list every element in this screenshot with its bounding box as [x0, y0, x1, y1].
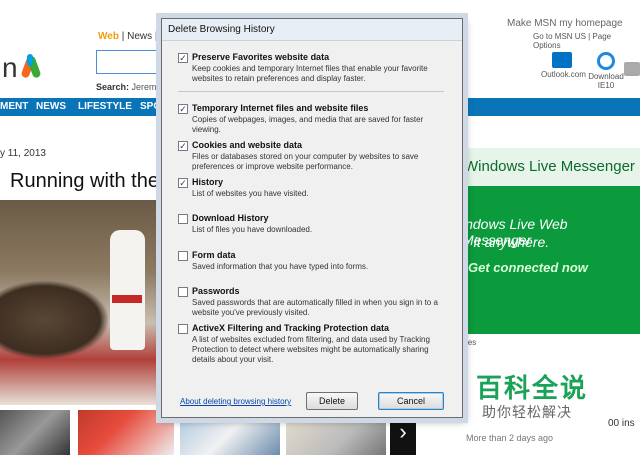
tab-separator: | [154, 31, 158, 42]
dialog-title: Delete Browsing History [168, 24, 275, 35]
article-date: y 11, 2013 [0, 148, 46, 159]
msn-top-links[interactable]: Go to MSN US | Page Options [533, 32, 640, 50]
search-input[interactable] [96, 50, 162, 74]
watermark-title: 百科全说 [476, 373, 589, 403]
checkbox[interactable]: ✓ [178, 53, 188, 63]
nav-item-news[interactable]: NEWS [36, 101, 66, 112]
checkbox[interactable]: ✓ [178, 141, 188, 151]
cancel-button[interactable]: Cancel [378, 392, 444, 410]
tab-news[interactable]: News [127, 31, 152, 42]
photo-sash [112, 295, 142, 303]
delete-browsing-history-dialog: Delete Browsing History ✓ Preserve Favor… [161, 18, 463, 418]
checkbox[interactable] [178, 324, 188, 334]
messenger-ad[interactable]: Windows Live Messenger indows Live Web M… [458, 148, 640, 334]
checkbox[interactable]: ✓ [178, 178, 188, 188]
option-label: Temporary Internet files and website fil… [192, 103, 369, 113]
outlook-tile[interactable]: Outlook.com [541, 52, 586, 79]
option-description: Saved passwords that are automatically f… [192, 298, 438, 317]
ie-label-line2: IE10 [597, 81, 615, 90]
search-prefix: Search: [96, 82, 130, 92]
watermark-subtitle: 助你轻松解决 [482, 404, 572, 420]
download-ie-tile[interactable]: Download IE10 [586, 52, 626, 90]
divider [178, 91, 444, 92]
thumbnail[interactable] [0, 410, 70, 455]
ie-icon [597, 52, 615, 70]
logo-letter: n [2, 52, 18, 83]
option-label: Download History [192, 213, 269, 223]
msn-logo[interactable]: n [0, 50, 42, 84]
watermark: 百科全说 助你轻松解决 [458, 362, 628, 432]
option-description: Files or databases stored on your comput… [192, 152, 419, 171]
option-description: Copies of webpages, images, and media th… [192, 115, 424, 134]
option-label: Passwords [192, 286, 240, 296]
tab-web[interactable]: Web [98, 31, 119, 42]
option-label: ActiveX Filtering and Tracking Protectio… [192, 323, 390, 333]
outlook-icon [552, 52, 572, 68]
option-label: History [192, 177, 224, 187]
article-headline[interactable]: Running with the [10, 170, 159, 193]
about-deleting-history-link[interactable]: About deleting browsing history [180, 397, 291, 406]
option-label: Preserve Favorites website data [192, 52, 330, 62]
checkbox[interactable]: ✓ [178, 104, 188, 114]
option-description: Keep cookies and temporary Internet file… [192, 64, 428, 83]
tab-separator: | [121, 31, 125, 42]
search-suggestion-link[interactable]: Jerem [132, 82, 157, 92]
ad-title: Windows Live Messenger [464, 158, 635, 175]
ad-cta[interactable]: Get connected now [468, 260, 588, 275]
checkbox[interactable] [178, 251, 188, 261]
outlook-label: Outlook.com [541, 70, 586, 79]
checkbox[interactable] [178, 214, 188, 224]
option-description: A list of websites excluded from filteri… [192, 335, 430, 364]
nav-item-sports[interactable]: SPO [140, 101, 161, 112]
ad-choices-link[interactable]: ices [462, 338, 476, 347]
thumbnail[interactable] [78, 410, 174, 455]
article-photo[interactable] [0, 200, 165, 405]
side-count: 00 ins [608, 418, 635, 429]
nav-item-entertainment[interactable]: MENT [0, 101, 28, 112]
logo-butterfly-blue [27, 54, 33, 66]
ad-line-2: e it anywhere. [462, 234, 550, 250]
option-description: List of files you have downloaded. [192, 225, 313, 234]
search-tabs: Web | News | [98, 31, 158, 42]
option-label: Cookies and website data [192, 140, 303, 150]
share-icon[interactable] [624, 62, 640, 76]
nav-item-lifestyle[interactable]: LIFESTYLE [78, 101, 132, 112]
dialog-titlebar[interactable]: Delete Browsing History [162, 19, 462, 41]
delete-button[interactable]: Delete [306, 392, 358, 410]
option-description: List of websites you have visited. [192, 189, 309, 198]
timestamp: More than 2 days ago [466, 433, 554, 443]
option-label: Form data [192, 250, 236, 260]
search-suggestions: Search: Jerem [96, 82, 157, 92]
make-homepage-link[interactable]: Make MSN my homepage [507, 18, 623, 29]
ie-label-line1: Download [588, 72, 624, 81]
photo-runner [110, 230, 145, 350]
option-description: Saved information that you have typed in… [192, 262, 369, 271]
photo-bull [0, 280, 110, 360]
checkbox[interactable] [178, 287, 188, 297]
